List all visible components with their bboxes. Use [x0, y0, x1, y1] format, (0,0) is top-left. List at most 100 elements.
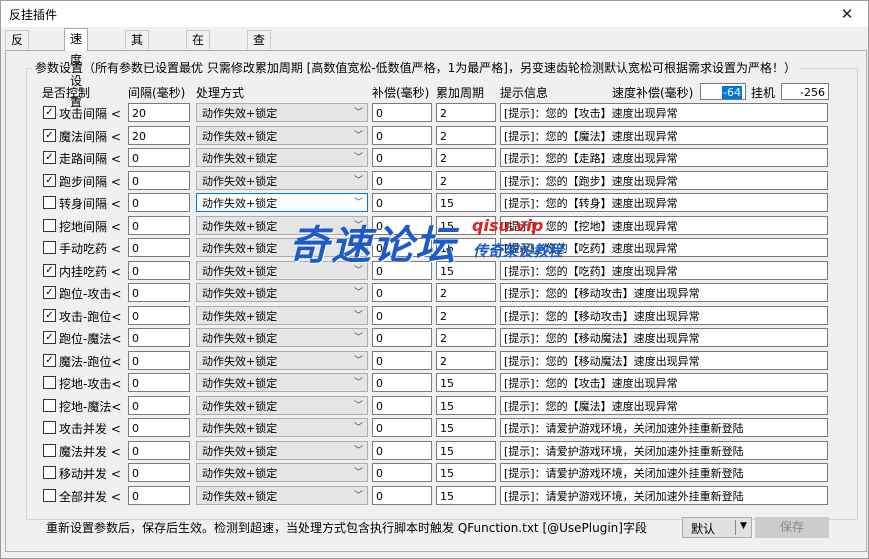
- interval-input[interactable]: 20: [128, 125, 190, 145]
- enable-checkbox[interactable]: [43, 466, 56, 479]
- interval-input[interactable]: 0: [128, 193, 190, 212]
- enable-checkbox[interactable]: [43, 241, 56, 254]
- period-input[interactable]: 15: [436, 395, 496, 415]
- action-select[interactable]: 动作失效+锁定 ﹀: [196, 148, 368, 167]
- action-select[interactable]: 动作失效+锁定 ﹀: [196, 485, 368, 505]
- interval-input[interactable]: 0: [128, 238, 190, 257]
- interval-input[interactable]: 0: [128, 148, 190, 167]
- compensation-input[interactable]: 0: [372, 193, 432, 212]
- period-input[interactable]: 2: [436, 328, 496, 347]
- compensation-input[interactable]: 0: [372, 170, 432, 190]
- period-input[interactable]: 15: [436, 373, 496, 392]
- interval-input[interactable]: 0: [128, 440, 190, 460]
- action-select[interactable]: 动作失效+锁定 ﹀: [196, 170, 368, 190]
- compensation-input[interactable]: 0: [372, 485, 432, 505]
- period-input[interactable]: 2: [436, 350, 496, 370]
- compensation-input[interactable]: 0: [372, 350, 432, 370]
- compensation-input[interactable]: 0: [372, 148, 432, 167]
- tab-other-settings[interactable]: 其他设置: [125, 30, 150, 104]
- action-select[interactable]: 动作失效+锁定 ﹀: [196, 350, 368, 370]
- tab-detection-records[interactable]: 查处记录: [247, 30, 272, 104]
- message-input[interactable]: [提示]：请爱护游戏环境，关闭加速外挂重新登陆: [500, 440, 828, 460]
- interval-input[interactable]: 0: [128, 373, 190, 392]
- interval-input[interactable]: 0: [128, 260, 190, 280]
- enable-checkbox[interactable]: [43, 488, 56, 502]
- enable-checkbox[interactable]: [43, 376, 56, 389]
- enable-checkbox[interactable]: ✓: [43, 106, 56, 119]
- action-select[interactable]: 动作失效+锁定 ﹀: [196, 103, 368, 122]
- message-input[interactable]: [提示]：您的【跑步】速度出现异常: [500, 170, 828, 190]
- interval-input[interactable]: 20: [128, 103, 190, 122]
- compensation-input[interactable]: 0: [372, 373, 432, 392]
- enable-checkbox[interactable]: ✓: [43, 353, 56, 367]
- period-input[interactable]: 2: [436, 125, 496, 145]
- enable-checkbox[interactable]: ✓: [43, 128, 56, 142]
- message-input[interactable]: [提示]：您的【转身】速度出现异常: [500, 193, 828, 212]
- interval-input[interactable]: 0: [128, 485, 190, 505]
- message-input[interactable]: [提示]：请爱护游戏环境，关闭加速外挂重新登陆: [500, 463, 828, 482]
- period-input[interactable]: 2: [436, 170, 496, 190]
- period-input[interactable]: 15: [436, 418, 496, 437]
- tab-online-users[interactable]: 在线用户: [186, 30, 211, 104]
- action-select[interactable]: 动作失效+锁定 ﹀: [196, 305, 368, 325]
- compensation-input[interactable]: 0: [372, 463, 432, 482]
- enable-checkbox[interactable]: [43, 398, 56, 412]
- enable-checkbox[interactable]: ✓: [43, 173, 56, 187]
- period-input[interactable]: 15: [436, 485, 496, 505]
- message-input[interactable]: [提示]：您的【移动攻击】速度出现异常: [500, 305, 828, 325]
- dropdown-arrow-icon[interactable]: ▼: [740, 521, 747, 531]
- message-input[interactable]: [提示]：您的【魔法】速度出现异常: [500, 125, 828, 145]
- enable-checkbox[interactable]: ✓: [43, 151, 56, 164]
- action-select[interactable]: 动作失效+锁定 ﹀: [196, 418, 368, 437]
- enable-checkbox[interactable]: [43, 196, 56, 209]
- action-select[interactable]: 动作失效+锁定 ﹀: [196, 125, 368, 145]
- action-select[interactable]: 动作失效+锁定 ﹀: [196, 373, 368, 392]
- message-input[interactable]: [提示]：请爱护游戏环境，关闭加速外挂重新登陆: [500, 418, 828, 437]
- action-select[interactable]: 动作失效+锁定 ﹀: [196, 193, 368, 212]
- interval-input[interactable]: 0: [128, 170, 190, 190]
- period-input[interactable]: 2: [436, 148, 496, 167]
- message-input[interactable]: [提示]：您的【攻击】速度出现异常: [500, 373, 828, 392]
- period-input[interactable]: 15: [436, 463, 496, 482]
- compensation-input[interactable]: 0: [372, 440, 432, 460]
- compensation-input[interactable]: 0: [372, 328, 432, 347]
- default-button[interactable]: 默认 ▼: [682, 517, 752, 538]
- interval-input[interactable]: 0: [128, 395, 190, 415]
- enable-checkbox[interactable]: ✓: [43, 286, 56, 299]
- period-input[interactable]: 2: [436, 305, 496, 325]
- interval-input[interactable]: 0: [128, 418, 190, 437]
- interval-input[interactable]: 0: [128, 463, 190, 482]
- action-select[interactable]: 动作失效+锁定 ﹀: [196, 395, 368, 415]
- period-input[interactable]: 2: [436, 103, 496, 122]
- save-button[interactable]: 保存: [755, 517, 829, 538]
- message-input[interactable]: [提示]：您的【攻击】速度出现异常: [500, 103, 828, 122]
- enable-checkbox[interactable]: ✓: [43, 331, 56, 344]
- interval-input[interactable]: 0: [128, 215, 190, 235]
- action-select[interactable]: 动作失效+锁定 ﹀: [196, 440, 368, 460]
- interval-input[interactable]: 0: [128, 350, 190, 370]
- tab-anti-cheat-settings[interactable]: 反挂设置: [5, 30, 30, 104]
- period-input[interactable]: 15: [436, 193, 496, 212]
- message-input[interactable]: [提示]：您的【移动魔法】速度出现异常: [500, 350, 828, 370]
- enable-checkbox[interactable]: ✓: [43, 308, 56, 322]
- compensation-input[interactable]: 0: [372, 305, 432, 325]
- enable-checkbox[interactable]: [43, 421, 56, 434]
- interval-input[interactable]: 0: [128, 328, 190, 347]
- compensation-input[interactable]: 0: [372, 125, 432, 145]
- message-input[interactable]: [提示]：您的【走路】速度出现异常: [500, 148, 828, 167]
- compensation-input[interactable]: 0: [372, 395, 432, 415]
- tab-speed-settings[interactable]: 速度设置: [64, 28, 89, 109]
- interval-input[interactable]: 0: [128, 305, 190, 325]
- close-icon[interactable]: ✕: [832, 3, 862, 25]
- enable-checkbox[interactable]: ✓: [43, 263, 56, 277]
- period-input[interactable]: 15: [436, 440, 496, 460]
- enable-checkbox[interactable]: [43, 443, 56, 457]
- action-select[interactable]: 动作失效+锁定 ﹀: [196, 328, 368, 347]
- message-input[interactable]: [提示]：您的【魔法】速度出现异常: [500, 395, 828, 415]
- interval-input[interactable]: 0: [128, 283, 190, 302]
- hang-input[interactable]: -256: [781, 83, 829, 100]
- compensation-input[interactable]: 0: [372, 103, 432, 122]
- compensation-input[interactable]: 0: [372, 418, 432, 437]
- enable-checkbox[interactable]: [43, 218, 56, 232]
- action-select[interactable]: 动作失效+锁定 ﹀: [196, 463, 368, 482]
